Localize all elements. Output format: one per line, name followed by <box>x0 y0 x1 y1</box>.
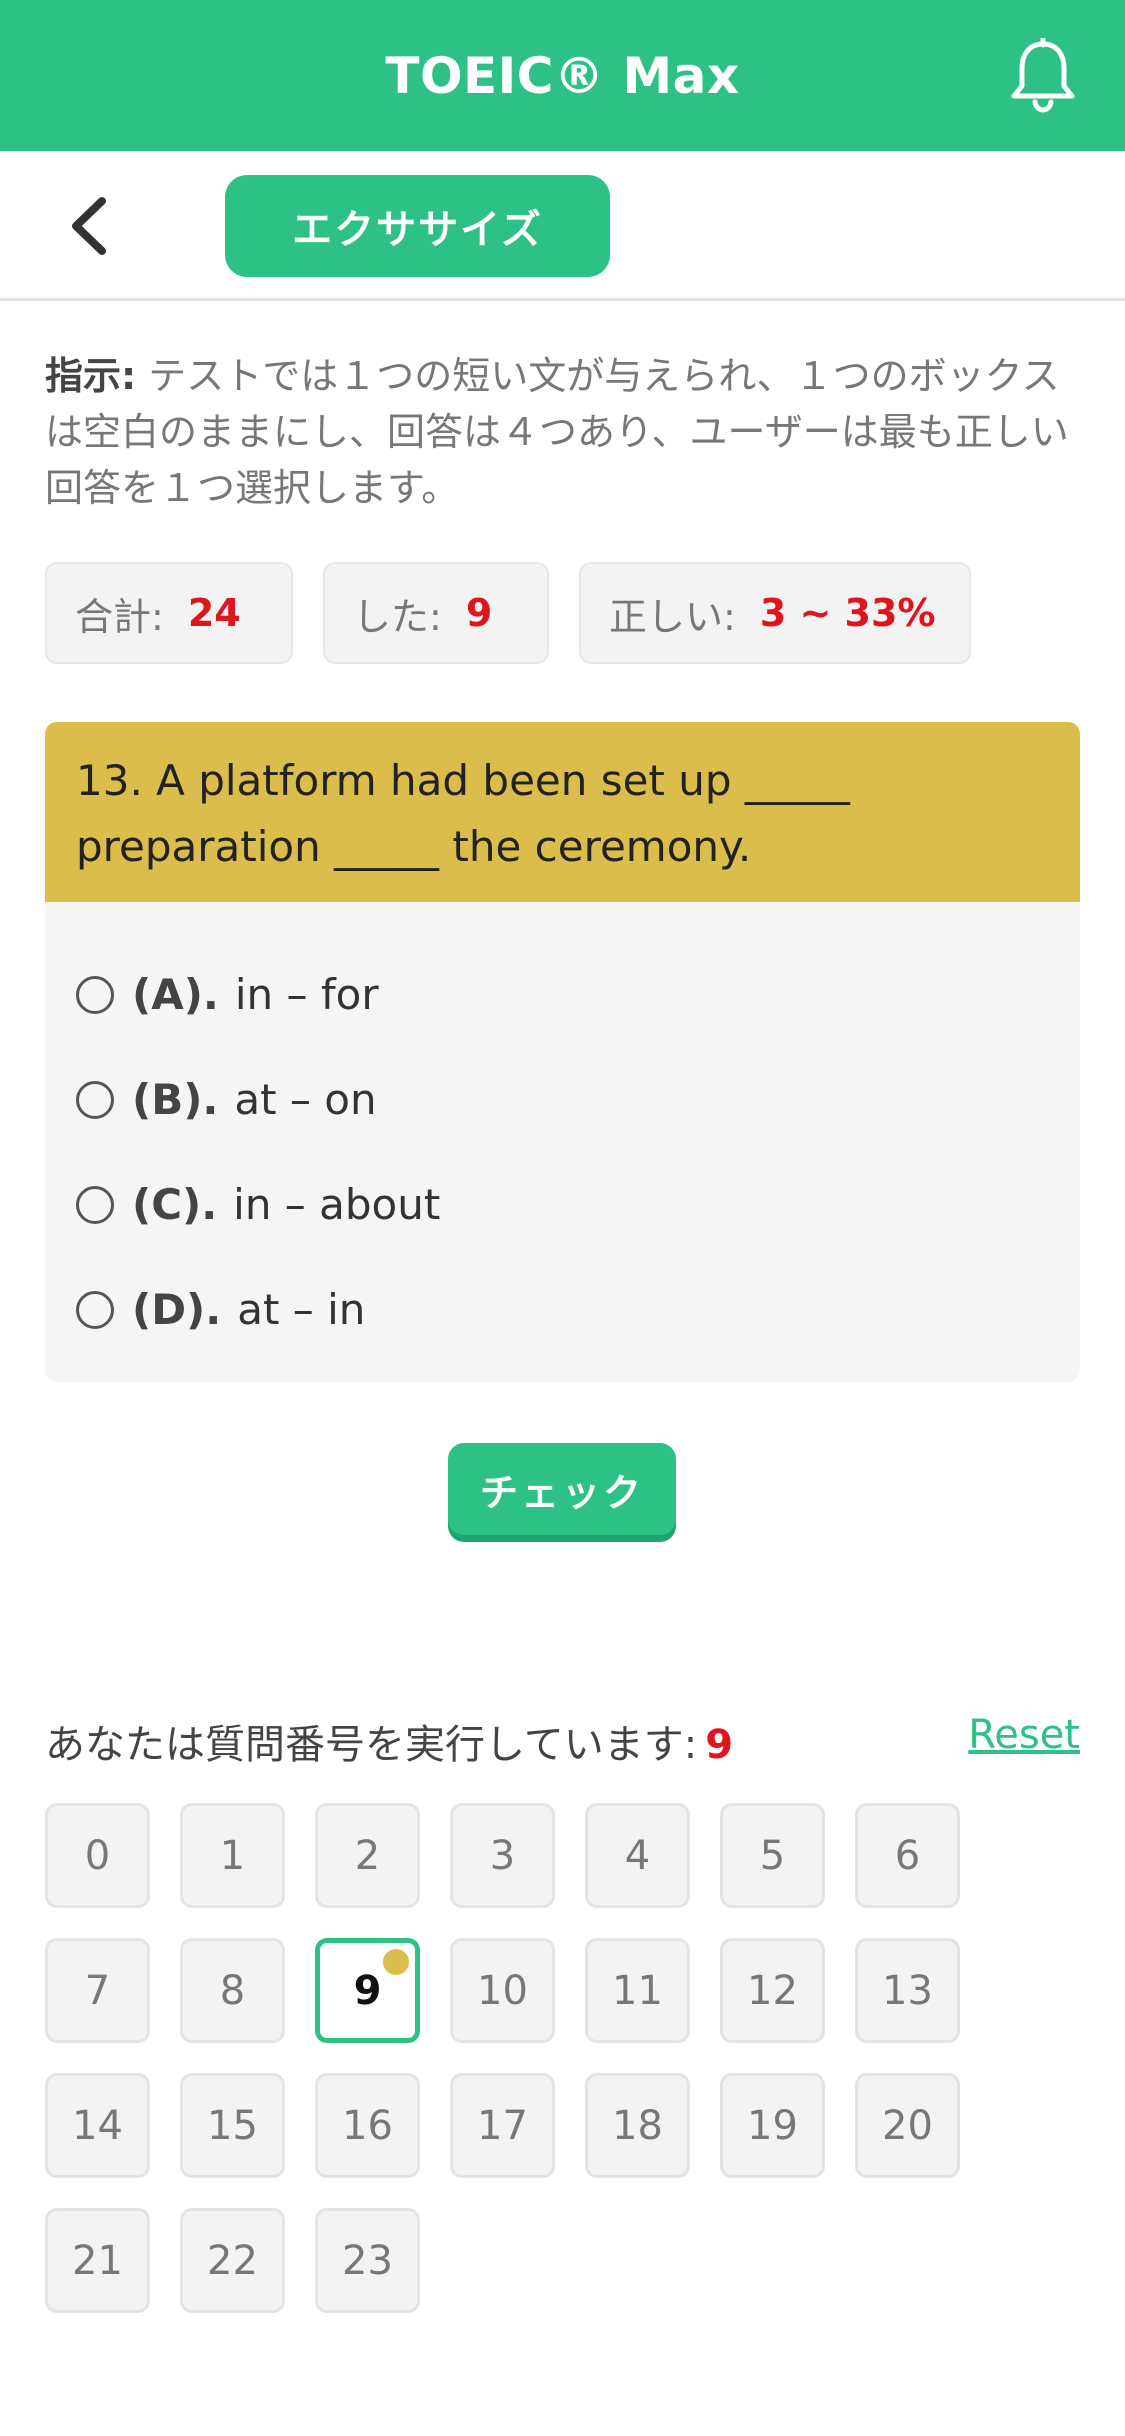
stat-correct: 正しい: 3 ~ 33% <box>579 562 971 664</box>
question-number-label: 8 <box>219 1967 246 2014</box>
radio-button[interactable] <box>76 1185 114 1224</box>
question-number-button[interactable]: 22 <box>180 2208 285 2313</box>
stat-correct-label: 正しい: <box>609 594 736 639</box>
option-text: in – for <box>234 970 379 1019</box>
radio-button[interactable] <box>76 975 114 1014</box>
question-number-label: 2 <box>354 1832 381 1879</box>
question-number-button[interactable]: 20 <box>855 2073 960 2178</box>
question-number-button[interactable]: 12 <box>720 1938 825 2043</box>
question-number-label: 7 <box>84 1967 111 2014</box>
question-number-label: 10 <box>477 1967 528 2014</box>
question-number-button[interactable]: 18 <box>585 2073 690 2178</box>
question-number-button[interactable]: 0 <box>45 1803 150 1908</box>
question-number-label: 16 <box>342 2102 393 2149</box>
answer-options: (A). in – for (B). at – on (C). in – abo… <box>45 902 1080 1362</box>
option-text: at – in <box>237 1285 366 1334</box>
progress-status: あなたは質問番号を実行しています: 9 <box>45 1712 733 1770</box>
question-number-button[interactable]: 1 <box>180 1803 285 1908</box>
stat-total-label: 合計: <box>75 594 164 639</box>
sub-header: エクササイズ <box>0 151 1125 301</box>
question-number-button[interactable]: 14 <box>45 2073 150 2178</box>
reset-link[interactable]: Reset <box>968 1712 1080 1758</box>
question-number-label: 23 <box>342 2237 393 2284</box>
stat-total: 合計: 24 <box>45 562 293 664</box>
stat-done-label: した: <box>353 594 442 639</box>
question-number-label: 0 <box>84 1832 111 1879</box>
question-number-button[interactable]: 21 <box>45 2208 150 2313</box>
question-number-button[interactable]: 19 <box>720 2073 825 2178</box>
question-number-label: 9 <box>353 1967 382 2014</box>
option-b[interactable]: (B). at – on <box>76 1047 1080 1152</box>
instructions-label: 指示: <box>45 354 137 398</box>
question-number-button[interactable]: 17 <box>450 2073 555 2178</box>
stat-total-value: 24 <box>187 591 241 635</box>
question-number-button[interactable]: 3 <box>450 1803 555 1908</box>
question-number-button[interactable]: 9 <box>315 1938 420 2043</box>
bell-icon[interactable] <box>1007 38 1079 114</box>
exercise-button[interactable]: エクササイズ <box>225 175 610 277</box>
question-number-label: 22 <box>207 2237 258 2284</box>
stat-done: した: 9 <box>323 562 549 664</box>
question-number-button[interactable]: 4 <box>585 1803 690 1908</box>
question-number-button[interactable]: 23 <box>315 2208 420 2313</box>
question-number-label: 5 <box>759 1832 786 1879</box>
question-number-button[interactable]: 10 <box>450 1938 555 2043</box>
option-text: in – about <box>233 1180 441 1229</box>
option-c[interactable]: (C). in – about <box>76 1152 1080 1257</box>
question-number-label: 21 <box>72 2237 123 2284</box>
question-number-label: 3 <box>489 1832 516 1879</box>
stat-correct-value: 3 ~ 33% <box>759 591 936 635</box>
option-label: (B). <box>132 1075 219 1124</box>
option-a[interactable]: (A). in – for <box>76 942 1080 1047</box>
question-number-button[interactable]: 16 <box>315 2073 420 2178</box>
instructions: 指示: テストでは１つの短い文が与えられ、１つのボックスは空白のままにし、回答は… <box>45 348 1080 516</box>
question-number-button[interactable]: 5 <box>720 1803 825 1908</box>
question-number-label: 17 <box>477 2102 528 2149</box>
question-number-button[interactable]: 11 <box>585 1938 690 2043</box>
app-bar: TOEIC® Max <box>0 0 1125 151</box>
chevron-left-icon[interactable] <box>62 193 122 259</box>
question-number-button[interactable]: 8 <box>180 1938 285 2043</box>
radio-button[interactable] <box>76 1290 114 1329</box>
question-number-label: 1 <box>219 1832 246 1879</box>
question-number-label: 15 <box>207 2102 258 2149</box>
question-number-button[interactable]: 13 <box>855 1938 960 2043</box>
option-label: (D). <box>132 1285 222 1334</box>
question-number-label: 11 <box>612 1967 663 2014</box>
question-number-label: 6 <box>894 1832 921 1879</box>
current-indicator-dot <box>383 1949 409 1975</box>
question-number-label: 20 <box>882 2102 933 2149</box>
check-button[interactable]: チェック <box>448 1443 676 1535</box>
current-question-number: 9 <box>705 1722 734 1768</box>
radio-button[interactable] <box>76 1080 114 1119</box>
question-number-grid: 0 1 2 3 4 5 6 7 8 9 10 11 12 13 14 15 16 17 18 19 20 21 22 23 <box>45 1803 1005 2313</box>
question-number-label: 4 <box>624 1832 651 1879</box>
question-number-label: 18 <box>612 2102 663 2149</box>
question-number-label: 12 <box>747 1967 798 2014</box>
option-label: (C). <box>132 1180 218 1229</box>
question-number-label: 14 <box>72 2102 123 2149</box>
app-title: TOEIC® Max <box>385 46 740 105</box>
question-number-button[interactable]: 7 <box>45 1938 150 2043</box>
question-number-button[interactable]: 2 <box>315 1803 420 1908</box>
instructions-text: テストでは１つの短い文が与えられ、１つのボックスは空白のままにし、回答は４つあり… <box>45 354 1069 510</box>
stat-done-value: 9 <box>465 591 493 635</box>
question-card: 13. A platform had been set up _____ pre… <box>45 722 1080 1382</box>
stats-row: 合計: 24 した: 9 正しい: 3 ~ 33% <box>45 562 971 664</box>
option-d[interactable]: (D). at – in <box>76 1257 1080 1362</box>
progress-text: あなたは質問番号を実行しています: <box>45 1722 698 1768</box>
question-text: 13. A platform had been set up _____ pre… <box>45 722 1080 902</box>
question-number-label: 19 <box>747 2102 798 2149</box>
question-number-button[interactable]: 6 <box>855 1803 960 1908</box>
question-number-label: 13 <box>882 1967 933 2014</box>
option-text: at – on <box>234 1075 377 1124</box>
option-label: (A). <box>132 970 219 1019</box>
question-number-button[interactable]: 15 <box>180 2073 285 2178</box>
